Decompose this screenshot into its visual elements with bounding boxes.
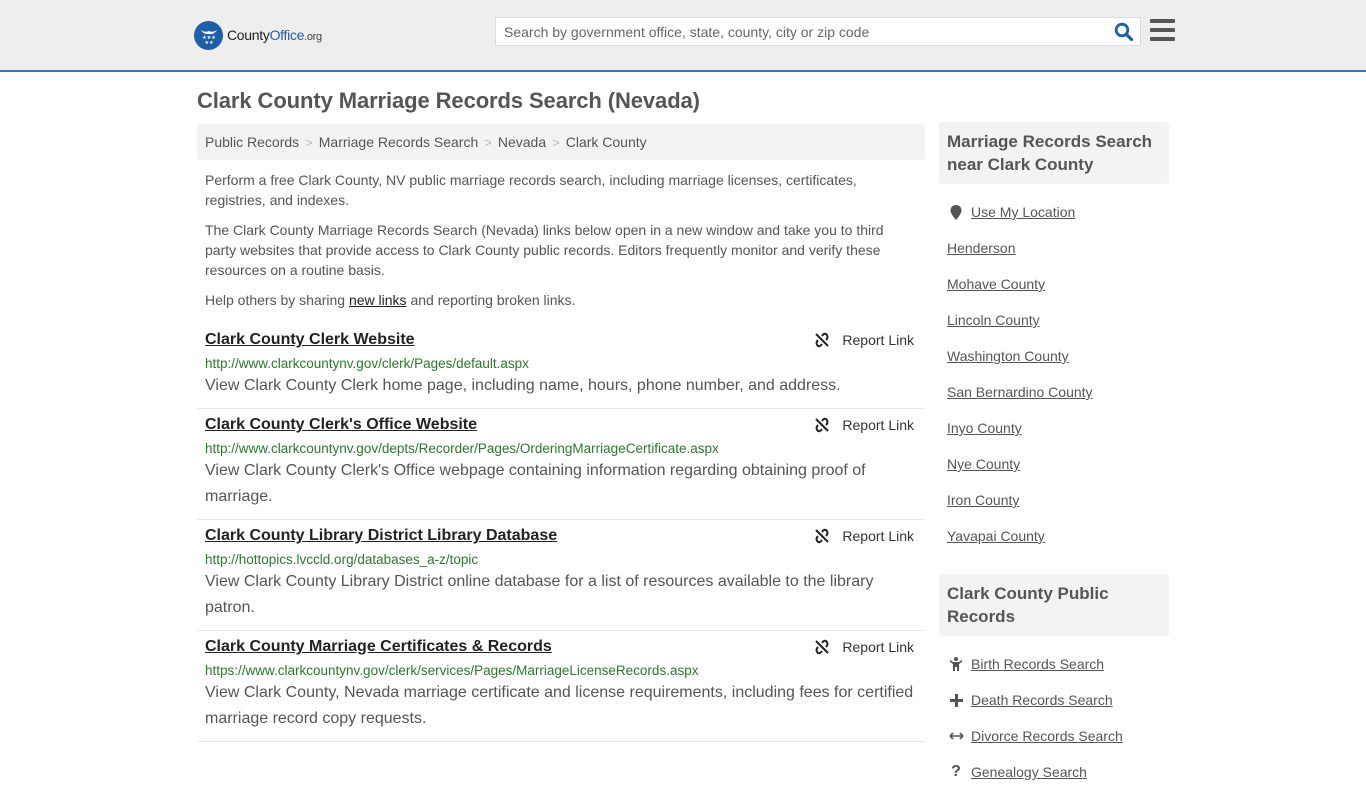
menu-bar [1150, 37, 1175, 41]
use-my-location-item: Use My Location [947, 194, 1161, 230]
search-button[interactable] [1114, 22, 1134, 42]
breadcrumb-public-records[interactable]: Public Records [205, 134, 299, 150]
result-item: Clark County Clerk's Office Website Repo… [197, 409, 925, 520]
death-records-search-link[interactable]: Death Records Search [971, 692, 1113, 708]
sidebar: Marriage Records Search near Clark Count… [939, 122, 1169, 790]
nearby-item: Mohave County [947, 266, 1161, 302]
nearby-link-washington-county[interactable]: Washington County [947, 348, 1069, 364]
nearby-item: Lincoln County [947, 302, 1161, 338]
public-records-item: ? Genealogy Search [947, 754, 1161, 790]
nearby-link-henderson[interactable]: Henderson [947, 240, 1016, 256]
result-description: View Clark County, Nevada marriage certi… [205, 684, 914, 727]
report-link-button[interactable]: Report Link [814, 528, 914, 544]
broken-link-icon [815, 417, 830, 433]
result-title-link[interactable]: Clark County Library District Library Da… [205, 526, 557, 546]
result-title-link[interactable]: Clark County Marriage Certificates & Rec… [205, 637, 552, 657]
result-item: Clark County Marriage Certificates & Rec… [197, 631, 925, 742]
broken-link-icon [815, 528, 830, 544]
intro-paragraph: The Clark County Marriage Records Search… [205, 222, 884, 278]
page-title: Clark County Marriage Records Search (Ne… [197, 88, 700, 113]
breadcrumb-separator: > [305, 134, 313, 150]
nearby-heading: Marriage Records Search near Clark Count… [939, 122, 1169, 184]
nearby-item: Yavapai County [947, 518, 1161, 554]
nearby-item: Iron County [947, 482, 1161, 518]
menu-bar [1150, 28, 1175, 32]
nearby-item: Washington County [947, 338, 1161, 374]
result-title-link[interactable]: Clark County Clerk's Office Website [205, 415, 477, 435]
birth-records-search-link[interactable]: Birth Records Search [971, 656, 1104, 672]
public-records-heading: Clark County Public Records [939, 574, 1169, 636]
result-item: Clark County Clerk Website Report Link h… [197, 324, 925, 409]
result-description: View Clark County Clerk home page, inclu… [205, 377, 841, 394]
breadcrumb-marriage-records-search[interactable]: Marriage Records Search [319, 134, 479, 150]
new-links-link[interactable]: new links [349, 292, 407, 308]
site-header: ★★★ ★★ CountyOffice.org [0, 0, 1366, 72]
broken-link-icon [815, 332, 830, 348]
hamburger-menu-button[interactable] [1150, 19, 1175, 41]
svg-text:★★: ★★ [204, 40, 213, 46]
question-icon: ? [951, 763, 961, 780]
nearby-item: Henderson [947, 230, 1161, 266]
plus-icon [947, 693, 965, 707]
use-my-location-link[interactable]: Use My Location [971, 204, 1075, 220]
result-item: Clark County Library District Library Da… [197, 520, 925, 631]
breadcrumb: Public Records > Marriage Records Search… [197, 124, 925, 160]
menu-bar [1150, 19, 1175, 23]
logo-text: CountyOffice.org [227, 27, 322, 43]
search-icon [1114, 22, 1134, 42]
nearby-item: Nye County [947, 446, 1161, 482]
nearby-link-inyo-county[interactable]: Inyo County [947, 420, 1022, 436]
result-url: http://www.clarkcountynv.gov/depts/Recor… [205, 441, 719, 456]
child-icon [947, 657, 965, 671]
breadcrumb-clark-county[interactable]: Clark County [566, 134, 647, 150]
public-records-item: Death Records Search [947, 682, 1161, 718]
result-description: View Clark County Library District onlin… [205, 573, 874, 616]
public-records-list: Birth Records Search Death Records Searc… [939, 636, 1169, 790]
search-box [495, 17, 1141, 46]
genealogy-search-link[interactable]: Genealogy Search [971, 764, 1087, 780]
map-marker-icon [947, 204, 965, 220]
divorce-records-search-link[interactable]: Divorce Records Search [971, 728, 1123, 744]
breadcrumb-nevada[interactable]: Nevada [498, 134, 546, 150]
nearby-link-iron-county[interactable]: Iron County [947, 492, 1019, 508]
report-link-button[interactable]: Report Link [814, 639, 914, 655]
result-url: http://www.clarkcountynv.gov/clerk/Pages… [205, 356, 529, 371]
nearby-item: Inyo County [947, 410, 1161, 446]
breadcrumb-separator: > [552, 134, 560, 150]
breadcrumb-separator: > [484, 134, 492, 150]
site-logo[interactable]: ★★★ ★★ CountyOffice.org [194, 20, 322, 50]
nearby-link-san-bernardino-county[interactable]: San Bernardino County [947, 384, 1093, 400]
nearby-link-nye-county[interactable]: Nye County [947, 456, 1020, 472]
result-title-link[interactable]: Clark County Clerk Website [205, 330, 415, 350]
arrows-horizontal-icon [947, 731, 965, 741]
intro-paragraph: Help others by sharing new links and rep… [205, 292, 576, 308]
nearby-list: Use My Location Henderson Mohave County … [939, 184, 1169, 554]
broken-link-icon [815, 639, 830, 655]
result-url: https://www.clarkcountynv.gov/clerk/serv… [205, 663, 699, 678]
report-link-button[interactable]: Report Link [814, 332, 914, 348]
intro-text: Perform a free Clark County, NV public m… [205, 170, 905, 320]
public-records-item: Divorce Records Search [947, 718, 1161, 754]
public-records-item: Birth Records Search [947, 646, 1161, 682]
result-description: View Clark County Clerk's Office webpage… [205, 462, 866, 505]
results-list: Clark County Clerk Website Report Link h… [197, 324, 925, 742]
nearby-link-yavapai-county[interactable]: Yavapai County [947, 528, 1045, 544]
eagle-stars-icon: ★★★ ★★ [194, 20, 223, 50]
nearby-item: San Bernardino County [947, 374, 1161, 410]
result-url: http://hottopics.lvccld.org/databases_a-… [205, 552, 479, 567]
nearby-link-mohave-county[interactable]: Mohave County [947, 276, 1045, 292]
search-input[interactable] [496, 18, 1096, 45]
nearby-link-lincoln-county[interactable]: Lincoln County [947, 312, 1040, 328]
report-link-button[interactable]: Report Link [814, 417, 914, 433]
intro-paragraph: Perform a free Clark County, NV public m… [205, 172, 857, 208]
